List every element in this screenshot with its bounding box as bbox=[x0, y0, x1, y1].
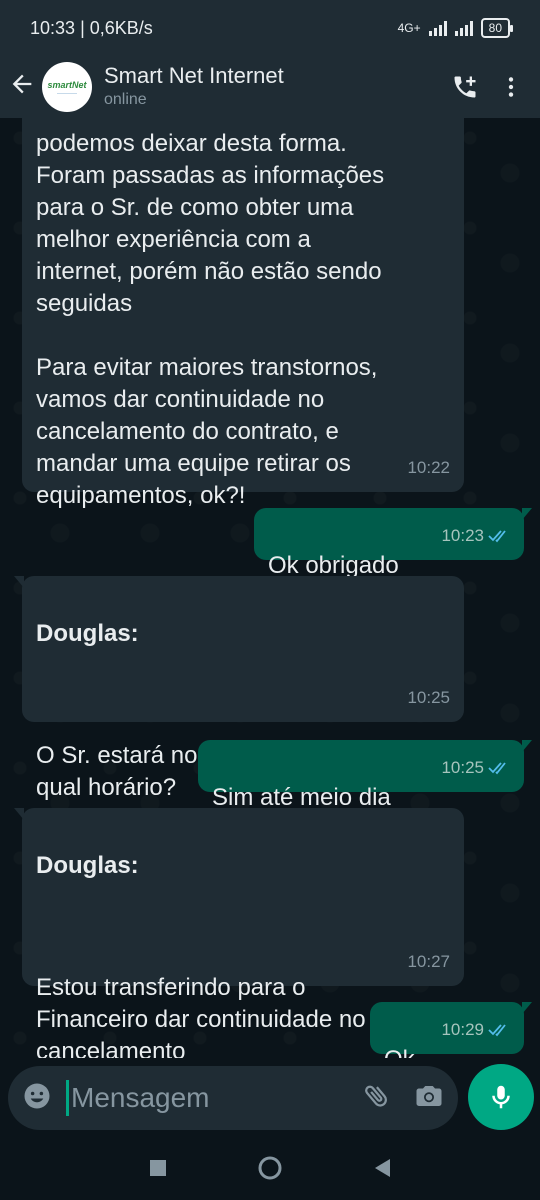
message-time: 10:23 bbox=[441, 526, 484, 545]
attach-icon[interactable] bbox=[362, 1081, 392, 1116]
back-arrow-icon[interactable] bbox=[8, 70, 42, 104]
status-time: 10:33 bbox=[30, 17, 76, 38]
message-composer: Mensagem bbox=[8, 1066, 458, 1130]
system-nav-bar bbox=[0, 1140, 540, 1200]
message-incoming[interactable]: Douglas: O Sr. estará no local hoje? Até… bbox=[14, 576, 464, 801]
message-meta: 10:29 bbox=[441, 1014, 510, 1046]
avatar-logo: smartNet bbox=[47, 79, 87, 90]
emoji-icon[interactable] bbox=[22, 1081, 52, 1116]
battery-icon: 80 bbox=[480, 18, 514, 38]
mic-button[interactable] bbox=[468, 1064, 534, 1130]
status-speed: 0,6KB/s bbox=[89, 17, 153, 38]
status-icons: 4G+ 80 bbox=[397, 18, 514, 38]
mic-icon bbox=[492, 1085, 510, 1109]
message-text: Sim até meio dia bbox=[212, 784, 391, 811]
network-type: 4G+ bbox=[397, 21, 421, 35]
message-outgoing[interactable]: Sim até meio dia 10:25 bbox=[198, 740, 532, 811]
more-vert-icon[interactable] bbox=[488, 74, 534, 100]
message-meta: 10:23 bbox=[441, 520, 510, 552]
status-bar: 10:33 | 0,6KB/s 4G+ 80 bbox=[0, 0, 540, 56]
add-call-icon[interactable] bbox=[442, 73, 488, 101]
message-time: 10:25 bbox=[407, 688, 450, 707]
avatar[interactable]: smartNet ————— bbox=[42, 62, 92, 112]
chat-header: smartNet ————— Smart Net Internet online bbox=[0, 56, 540, 118]
back-nav-icon[interactable] bbox=[373, 1158, 391, 1183]
contact-info[interactable]: Smart Net Internet online bbox=[104, 63, 442, 111]
message-text: Ok obrigado bbox=[268, 552, 399, 579]
message-outgoing[interactable]: Ok obrigado 10:23 bbox=[254, 508, 532, 579]
message-time: 10:27 bbox=[407, 952, 450, 971]
message-sender: Douglas: bbox=[36, 852, 139, 879]
message-text: podemos deixar desta forma. Foram passad… bbox=[36, 130, 385, 509]
contact-status: online bbox=[104, 91, 147, 108]
contact-name: Smart Net Internet bbox=[104, 63, 284, 88]
message-outgoing[interactable]: Ok 10:29 bbox=[370, 1002, 532, 1058]
double-check-icon bbox=[488, 1024, 506, 1037]
message-sender: Douglas: bbox=[36, 620, 139, 647]
message-input[interactable]: Mensagem bbox=[66, 1080, 362, 1116]
signal-icon bbox=[428, 20, 447, 36]
message-incoming[interactable]: podemos deixar desta forma. Foram passad… bbox=[22, 118, 464, 509]
recents-icon[interactable] bbox=[149, 1159, 167, 1182]
message-text: Ok bbox=[384, 1046, 415, 1058]
double-check-icon bbox=[488, 530, 506, 543]
message-incoming[interactable]: Douglas: Estou transferindo para o Finan… bbox=[14, 808, 464, 1058]
signal-icon-2 bbox=[454, 20, 473, 36]
message-time: 10:29 bbox=[441, 1020, 484, 1039]
camera-icon[interactable] bbox=[414, 1081, 444, 1116]
message-time: 10:22 bbox=[407, 458, 450, 477]
home-icon[interactable] bbox=[257, 1155, 283, 1186]
double-check-icon bbox=[488, 762, 506, 775]
message-meta: 10:25 bbox=[441, 752, 510, 784]
status-left: 10:33 | 0,6KB/s bbox=[30, 17, 153, 38]
chat-area[interactable]: podemos deixar desta forma. Foram passad… bbox=[0, 118, 540, 1058]
message-time: 10:25 bbox=[441, 758, 484, 777]
